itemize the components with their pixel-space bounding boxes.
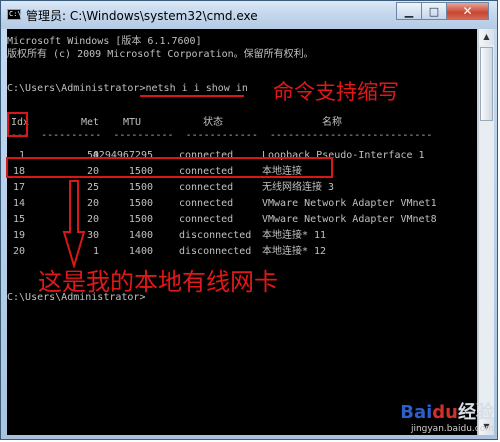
row-name: VMware Network Adapter VMnet8 bbox=[262, 214, 437, 225]
baidu-watermark: Baidu经验 jingyan.baidu.com bbox=[400, 398, 494, 434]
scroll-up-icon[interactable]: ▲ bbox=[479, 29, 494, 45]
row-mtu: 1400 bbox=[128, 246, 153, 257]
row-name: 本地连接* 11 bbox=[262, 230, 327, 241]
row-state: disconnected bbox=[179, 246, 252, 257]
row-state: disconnected bbox=[179, 230, 252, 241]
col-state: 状态 bbox=[203, 117, 223, 128]
row-idx: 20 bbox=[12, 246, 25, 257]
watermark-url: jingyan.baidu.com bbox=[410, 424, 494, 434]
maximize-button[interactable]: □ bbox=[421, 2, 447, 20]
down-arrow-icon bbox=[62, 180, 86, 268]
row-state: connected bbox=[179, 182, 234, 193]
command-underline bbox=[140, 95, 244, 97]
command-text: netsh i i show in bbox=[145, 83, 248, 94]
scroll-thumb[interactable] bbox=[480, 47, 493, 121]
close-button[interactable]: ✕ bbox=[446, 2, 489, 20]
row-name: 本地连接* 12 bbox=[262, 246, 327, 257]
window-controls: ▁ □ ✕ bbox=[396, 2, 489, 20]
command-note: 命令支持缩写 bbox=[273, 80, 399, 104]
separator: --- ---------- ---------- ------------ -… bbox=[11, 130, 433, 141]
row-idx: 15 bbox=[12, 214, 25, 225]
row-name: VMware Network Adapter VMnet1 bbox=[262, 198, 437, 209]
row-mtu: 1500 bbox=[128, 214, 153, 225]
row-mtu: 1500 bbox=[128, 198, 153, 209]
header-line: 版权所有 (c) 2009 Microsoft Corporation。保留所有… bbox=[7, 49, 314, 60]
window-title: 管理员: C:\Windows\system32\cmd.exe bbox=[26, 9, 258, 23]
baidu-logo: Baidu经验 bbox=[400, 402, 494, 423]
adapter-note: 这是我的本地有线网卡 bbox=[38, 268, 278, 296]
cmd-icon: C:\ bbox=[7, 9, 22, 20]
idx-highlight-box bbox=[7, 112, 28, 137]
row-mtu: 1400 bbox=[128, 230, 153, 241]
row-highlight-box bbox=[6, 157, 333, 178]
row-idx: 14 bbox=[12, 198, 25, 209]
title-bar[interactable]: C:\ 管理员: C:\Windows\system32\cmd.exe ▁ □… bbox=[1, 1, 497, 29]
col-name: 名称 bbox=[322, 117, 342, 128]
row-state: connected bbox=[179, 214, 234, 225]
row-idx: 17 bbox=[12, 182, 25, 193]
header-line: Microsoft Windows [版本 6.1.7600] bbox=[7, 36, 202, 47]
col-mtu: MTU bbox=[122, 117, 141, 128]
prompt: C:\Users\Administrator> bbox=[7, 83, 146, 94]
row-idx: 19 bbox=[12, 230, 25, 241]
command-line: C:\Users\Administrator>netsh i i show in bbox=[7, 82, 248, 95]
row-state: connected bbox=[179, 198, 234, 209]
vertical-scrollbar[interactable]: ▲ ▼ bbox=[478, 29, 494, 435]
row-name: 无线网络连接 3 bbox=[262, 182, 335, 193]
minimize-button[interactable]: ▁ bbox=[396, 2, 422, 20]
row-mtu: 1500 bbox=[128, 182, 153, 193]
